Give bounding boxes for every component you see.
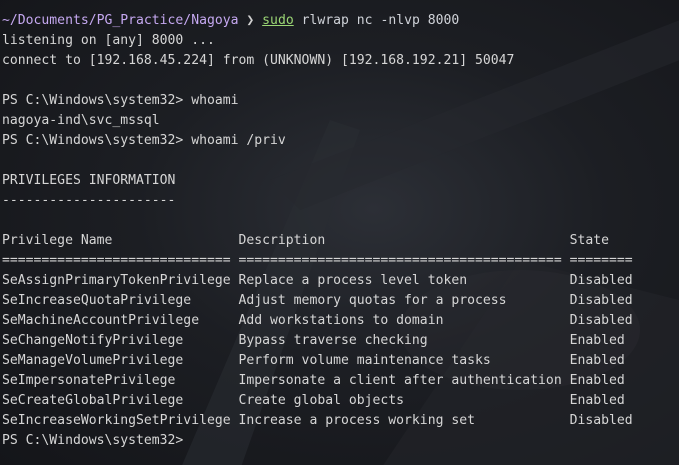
prompt-command: sudo xyxy=(262,13,294,28)
output-line: ---------------------- xyxy=(2,193,176,208)
table-row: SeCreateGlobalPrivilege Create global ob… xyxy=(2,393,625,408)
output-line: nagoya-ind\svc_mssql xyxy=(2,113,160,128)
table-row: SeManageVolumePrivilege Perform volume m… xyxy=(2,353,625,368)
output-line: PS C:\Windows\system32> whoami xyxy=(2,93,239,108)
table-row: SeAssignPrimaryTokenPrivilege Replace a … xyxy=(2,273,633,288)
terminal-output[interactable]: ~/Documents/PG_Practice/Nagoya ❯ sudo rl… xyxy=(2,11,679,465)
output-line: connect to [192.168.45.224] from (UNKNOW… xyxy=(2,53,515,68)
table-row: SeIncreaseWorkingSetPrivilege Increase a… xyxy=(2,413,633,428)
table-row: SeImpersonatePrivilege Impersonate a cli… xyxy=(2,373,625,388)
output-line: PS C:\Windows\system32> whoami /priv xyxy=(2,133,286,148)
table-row: SeMachineAccountPrivilege Add workstatio… xyxy=(2,313,633,328)
prompt-arrow-icon: ❯ xyxy=(246,13,255,28)
prompt-path: ~/Documents/PG_Practice/Nagoya xyxy=(2,13,239,28)
table-header-row: Privilege Name Description State xyxy=(2,233,609,248)
output-line: PRIVILEGES INFORMATION xyxy=(2,173,176,188)
shell-prompt-line: ~/Documents/PG_Practice/Nagoya ❯ sudo rl… xyxy=(2,11,679,31)
output-line: listening on [any] 8000 ... xyxy=(2,33,215,48)
table-divider-row: ============================= ==========… xyxy=(2,253,633,268)
table-row: SeIncreaseQuotaPrivilege Adjust memory q… xyxy=(2,293,633,308)
table-row: SeChangeNotifyPrivilege Bypass traverse … xyxy=(2,333,625,348)
prompt-args: rlwrap nc -nlvp 8000 xyxy=(301,13,460,28)
powershell-prompt-line[interactable]: PS C:\Windows\system32> xyxy=(2,431,679,451)
